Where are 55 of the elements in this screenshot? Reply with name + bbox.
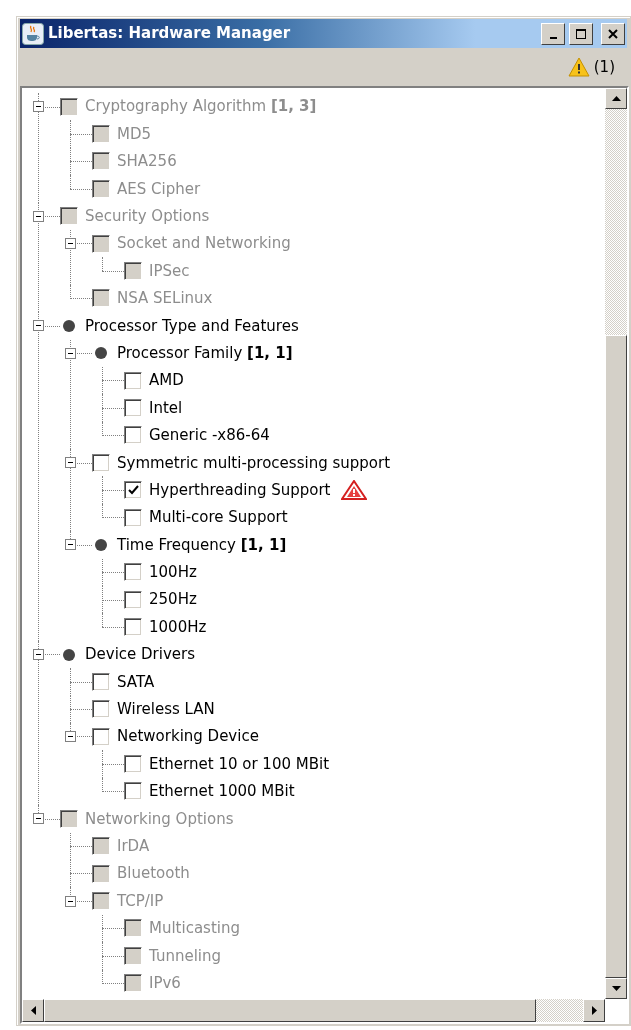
tree-item-label[interactable]: Multi-core Support [149, 506, 288, 529]
close-icon [608, 28, 618, 39]
tree-item-label[interactable]: Ethernet 10 or 100 MBit [149, 752, 330, 776]
tree-item-label[interactable]: Symmetric multi-processing support [117, 451, 391, 474]
maximize-button[interactable] [569, 22, 593, 45]
tree-item-label[interactable]: Ethernet 1000 MBit [149, 780, 295, 803]
warning-icon [567, 57, 590, 77]
maximize-icon [575, 27, 587, 40]
coffee-cup-icon [22, 22, 44, 45]
checkbox[interactable] [124, 508, 142, 527]
checkbox[interactable] [124, 371, 142, 390]
tree-item-label[interactable]: Processor Family [1, 1] [117, 341, 293, 365]
checkbox[interactable] [92, 453, 110, 472]
checkbox[interactable] [124, 399, 142, 417]
tree-item-label[interactable]: SATA [117, 670, 155, 694]
tree-item-label[interactable]: Generic -x86-64 [149, 424, 270, 447]
tree-item-label[interactable]: Processor Type and Features [85, 314, 299, 338]
scroll-down-icon[interactable] [611, 986, 621, 991]
checkmark-icon [127, 485, 139, 496]
tree-item-label[interactable]: Device Drivers [85, 643, 196, 666]
collapse-toggle[interactable] [64, 457, 76, 469]
checkbox[interactable] [124, 782, 142, 801]
checkbox[interactable] [124, 755, 142, 774]
tree-item-label[interactable]: Intel [149, 396, 183, 420]
tree-item-label[interactable]: 100Hz [149, 561, 197, 584]
collapse-toggle[interactable] [32, 320, 44, 332]
checkbox[interactable] [92, 672, 110, 691]
tree-item-label[interactable]: AMD [149, 369, 184, 392]
tree-item-label[interactable]: Time Frequency [1, 1] [117, 533, 287, 557]
tree-item-label[interactable]: Wireless LAN [117, 698, 215, 721]
checkbox[interactable] [124, 426, 142, 445]
tree-item-label[interactable]: 250Hz [149, 588, 197, 611]
scroll-up-icon[interactable] [611, 96, 621, 101]
tree-item-label[interactable]: 1000Hz [149, 615, 207, 639]
collapse-toggle[interactable] [32, 649, 44, 660]
scroll-right-icon[interactable] [591, 1006, 597, 1015]
checkbox[interactable] [92, 727, 110, 746]
checkbox[interactable] [124, 618, 142, 637]
tree-item-label[interactable]: Networking Device [117, 725, 259, 748]
vertical-scrollbar[interactable] [605, 88, 627, 999]
collapse-toggle[interactable] [64, 539, 76, 551]
close-button[interactable] [601, 22, 625, 45]
checkbox[interactable] [124, 590, 142, 609]
minimize-icon [549, 36, 557, 39]
warning-count: (1) [593, 56, 615, 78]
collapse-toggle[interactable] [64, 347, 76, 359]
checkbox[interactable] [92, 700, 110, 719]
checkbox[interactable] [124, 481, 142, 500]
scroll-left-icon[interactable] [30, 1006, 36, 1015]
minimize-button[interactable] [541, 22, 565, 45]
window-title: Libertas: Hardware Manager [48, 23, 291, 45]
tree-item-label[interactable]: Hyperthreading Support [149, 478, 331, 502]
checkbox[interactable] [124, 563, 142, 582]
horizontal-scrollbar[interactable] [22, 999, 605, 1022]
collapse-toggle[interactable] [64, 731, 76, 743]
